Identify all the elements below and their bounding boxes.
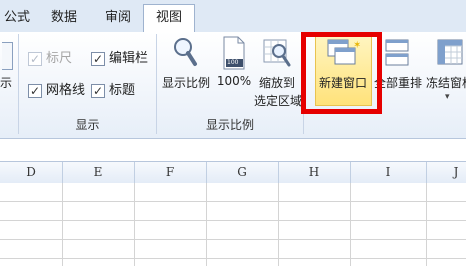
tab-formulas[interactable]: 公式 bbox=[2, 6, 32, 30]
excel-window: 公式 数据 审阅 视图 示 ✓ 标尺 ✓ 编辑栏 ✓ 网格线 ✓ 标题 显示 显… bbox=[0, 0, 466, 266]
checkbox-box[interactable]: ✓ bbox=[91, 52, 105, 66]
zoom-100-label: 100% bbox=[216, 74, 252, 88]
magnifier-icon bbox=[174, 38, 197, 66]
tab-data[interactable]: 数据 bbox=[46, 6, 82, 30]
grid-line bbox=[0, 258, 466, 259]
check-icon: ✓ bbox=[30, 84, 41, 98]
freeze-panes-icon bbox=[437, 39, 463, 65]
zoom-selection-label-line1: 缩放到 bbox=[258, 76, 295, 90]
ribbon-tab-bar: 公式 数据 审阅 视图 bbox=[0, 0, 466, 33]
zoom-label: 显示比例 bbox=[161, 76, 210, 90]
check-icon: ✓ bbox=[93, 52, 104, 66]
check-icon: ✓ bbox=[30, 52, 41, 66]
ruler-label: 标尺 bbox=[46, 51, 73, 66]
gridlines-label: 网格线 bbox=[46, 83, 86, 98]
headings-label: 标题 bbox=[109, 83, 136, 98]
freeze-panes-label: 冻结窗格 bbox=[425, 76, 466, 90]
column-header-f[interactable]: F bbox=[134, 162, 207, 183]
checkbox-box[interactable]: ✓ bbox=[91, 84, 105, 98]
ruler-checkbox: ✓ 标尺 bbox=[28, 50, 88, 68]
zoom-100-icon-text: 100 bbox=[227, 59, 239, 66]
gridlines-checkbox[interactable]: ✓ 网格线 bbox=[28, 82, 88, 100]
grid-line bbox=[0, 201, 466, 202]
formula-bar-label: 编辑栏 bbox=[109, 51, 149, 66]
freeze-panes-button[interactable]: 冻结窗格 ▾ bbox=[424, 34, 466, 104]
partial-button-label: 示 bbox=[0, 76, 13, 90]
headings-checkbox[interactable]: ✓ 标题 bbox=[91, 82, 151, 100]
zoom-selection-icon bbox=[263, 39, 291, 67]
zoom-100-button[interactable]: 100 100% bbox=[214, 34, 254, 114]
grid-line bbox=[426, 183, 427, 266]
show-group-label: 显示 bbox=[75, 118, 100, 132]
grid-line bbox=[134, 183, 135, 266]
zoom-selection-label-line2: 选定区域 bbox=[254, 94, 303, 108]
group-separator bbox=[156, 34, 157, 134]
zoom-to-selection-button[interactable]: 缩放到 选定区域 bbox=[254, 34, 303, 114]
column-header-i[interactable]: I bbox=[350, 162, 427, 183]
tab-review[interactable]: 审阅 bbox=[100, 6, 136, 30]
column-header-d[interactable]: D bbox=[0, 162, 63, 183]
column-header-g[interactable]: G bbox=[206, 162, 279, 183]
formula-bar-area bbox=[0, 139, 466, 161]
column-header-h[interactable]: H bbox=[278, 162, 351, 183]
checkbox-box: ✓ bbox=[28, 52, 42, 66]
annotation-highlight-box bbox=[301, 32, 382, 114]
page-layout-icon bbox=[2, 42, 13, 70]
grid-line bbox=[206, 183, 207, 266]
checkbox-box[interactable]: ✓ bbox=[28, 84, 42, 98]
grid-line bbox=[278, 183, 279, 266]
zoom-button[interactable]: 显示比例 bbox=[160, 34, 212, 114]
grid-line bbox=[62, 183, 63, 266]
zoom-group-label: 显示比例 bbox=[205, 118, 254, 132]
partial-view-button[interactable]: 示 bbox=[0, 38, 16, 98]
check-icon: ✓ bbox=[93, 84, 104, 98]
arrange-all-icon bbox=[385, 39, 409, 66]
tab-view[interactable]: 视图 bbox=[143, 4, 195, 33]
formula-bar-checkbox[interactable]: ✓ 编辑栏 bbox=[91, 50, 151, 68]
chevron-down-icon: ▾ bbox=[445, 92, 450, 102]
column-header-e[interactable]: E bbox=[62, 162, 135, 183]
group-separator bbox=[18, 34, 19, 134]
grid-line bbox=[350, 183, 351, 266]
column-header-j[interactable]: J bbox=[426, 162, 466, 183]
sheet-grid[interactable] bbox=[0, 183, 466, 266]
grid-line bbox=[0, 220, 466, 221]
grid-line bbox=[0, 239, 466, 240]
column-headers: D E F G H I J bbox=[0, 161, 466, 184]
